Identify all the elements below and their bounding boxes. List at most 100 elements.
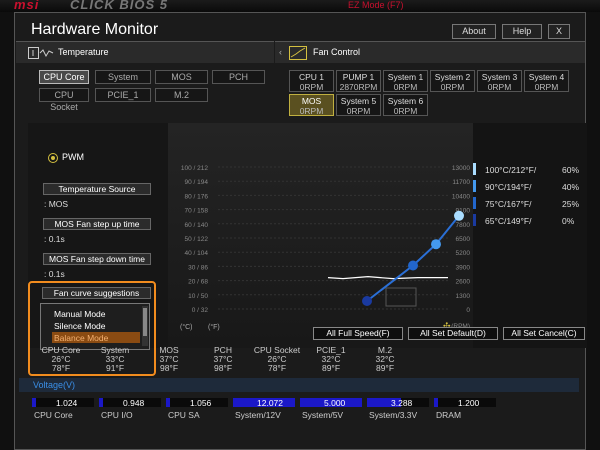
fan-curve-chart: 100 / 212 13000 90 / 194 11700 80 / 176 10400… [168, 123, 473, 348]
reading-cpu-socket: CPU Socket 26°C 78°F [253, 345, 301, 373]
suggestion-scrollbar[interactable] [142, 306, 148, 346]
chevron-left-icon: ‹ [279, 47, 282, 57]
y-left-tick-label: 10 / 50 [188, 293, 208, 300]
step-down-time-value: : 0.1s [44, 269, 65, 279]
fan-name: CPU 1 [298, 72, 325, 82]
fan-control-header: ‹ Fan Control [275, 41, 585, 63]
close-button[interactable]: X [548, 24, 570, 39]
help-button[interactable]: Help [502, 24, 542, 39]
fan-cpu-1[interactable]: CPU 1 0RPM [289, 70, 334, 92]
voltage-label: CPU I/O [101, 410, 133, 420]
fan-curve-legend: 100°C/212°F/ 60% 90°C/194°F/ 40% 75°C/16… [473, 123, 587, 348]
sensor-cpu-core[interactable]: CPU Core [39, 70, 89, 84]
fan-rpm: 0RPM [487, 82, 512, 92]
fan-control-label: Fan Control [313, 47, 361, 57]
fan-rpm: 0RPM [534, 82, 559, 92]
sensor-pch[interactable]: PCH [212, 70, 265, 84]
voltage-bar-fill [99, 398, 103, 407]
legend-color-bar [473, 180, 476, 192]
pwm-radio[interactable] [48, 153, 58, 163]
fan-name: System 6 [387, 96, 424, 106]
ez-mode-button[interactable]: EZ Mode (F7) [348, 0, 404, 10]
sensor-m2[interactable]: M.2 [155, 88, 208, 102]
bios-top-bar: msi CLICK BIOS 5 EZ Mode (F7) [0, 0, 600, 12]
reading-mos: MOS 37°C 98°F [159, 345, 179, 373]
fan-rpm: 2870RPM [339, 82, 378, 92]
all-set-default-button[interactable]: All Set Default(D) [408, 327, 498, 340]
voltage-value: 12.072 [257, 398, 283, 408]
fan-system-1[interactable]: System 1 0RPM [383, 70, 428, 92]
fan-system-6[interactable]: System 6 0RPM [383, 94, 428, 116]
voltage-value: 1.024 [56, 398, 78, 408]
fan-curve-point[interactable] [454, 210, 464, 221]
y-right-tick-label: 7800 [456, 222, 471, 229]
sensor-mos[interactable]: MOS [155, 70, 208, 84]
y-left-tick-label: 60 / 140 [185, 222, 209, 229]
y-left-tick-label: 50 / 122 [185, 236, 209, 243]
temperature-header-label: Temperature [58, 47, 109, 57]
fahrenheit-unit-label: (°F) [208, 323, 220, 331]
y-left-tick-label: 40 / 104 [185, 250, 209, 257]
fan-system-5[interactable]: System 5 0RPM [336, 94, 381, 116]
legend-temp: 90°C/194°F/ [485, 182, 532, 192]
legend-color-bar [473, 214, 476, 226]
legend-percent: 25% [562, 199, 580, 209]
fan-curve-point[interactable] [362, 296, 372, 306]
fan-name: PUMP 1 [342, 72, 375, 82]
y-right-tick-label: 3900 [456, 264, 471, 271]
suggestion-manual-mode[interactable]: Manual Mode [54, 309, 106, 319]
celsius-unit-label: (°C) [180, 323, 193, 331]
fan-curve-graph[interactable]: 100 / 212 1300090 / 194 1170080 / 176 10400… [168, 123, 473, 348]
suggestion-balance-mode[interactable]: Balance Mode [54, 333, 108, 343]
voltage-bar-fill [166, 398, 170, 407]
hardware-monitor-window: Hardware Monitor About Help X Temperatur… [14, 12, 587, 450]
fan-pump-1[interactable]: PUMP 1 2870RPM [336, 70, 381, 92]
fan-name: System 4 [528, 72, 565, 82]
reading-cpu-core: CPU Core 26°C 78°F [41, 345, 81, 373]
about-button[interactable]: About [452, 24, 496, 39]
sensor-cpu-socket[interactable]: CPU Socket [39, 88, 89, 112]
y-left-tick-label: 70 / 158 [185, 208, 209, 215]
all-full-speed-button[interactable]: All Full Speed(F) [313, 327, 403, 340]
fan-curve-suggestions-button[interactable]: Fan curve suggestions [42, 287, 151, 299]
window-title: Hardware Monitor [31, 21, 159, 38]
fan-curve-point[interactable] [408, 260, 418, 271]
legend-temp: 65°C/149°F/ [485, 216, 532, 226]
y-left-tick-label: 30 / 86 [188, 264, 208, 271]
fan-curve-suggestions-list: Manual Mode Silence Mode Balance Mode [40, 303, 150, 350]
voltage-value: 1.056 [190, 398, 212, 408]
legend-percent: 60% [562, 165, 580, 175]
reading-pcie-1: PCIE_1 32°C 89°F [316, 345, 346, 373]
fan-rpm: 0RPM [299, 106, 324, 116]
fan-system-2[interactable]: System 2 0RPM [430, 70, 475, 92]
sensor-pcie-1[interactable]: PCIE_1 [95, 88, 151, 102]
fan-system-4[interactable]: System 4 0RPM [524, 70, 569, 92]
legend-percent: 0% [562, 216, 575, 226]
fan-system-3[interactable]: System 3 0RPM [477, 70, 522, 92]
fan-name: MOS [301, 96, 322, 106]
fan-mos[interactable]: MOS 0RPM [289, 94, 334, 116]
all-set-cancel-button[interactable]: All Set Cancel(C) [503, 327, 585, 340]
fan-curve-point[interactable] [431, 239, 441, 250]
temperature-source-button[interactable]: Temperature Source [43, 183, 151, 195]
fan-rpm: 0RPM [440, 82, 465, 92]
fan-rpm: 0RPM [393, 106, 418, 116]
step-down-time-button[interactable]: MOS Fan step down time [43, 253, 151, 265]
sensor-system[interactable]: System [95, 70, 151, 84]
voltage-label: CPU Core [34, 410, 73, 420]
y-right-tick-label: 2600 [456, 279, 471, 286]
voltage-label: DRAM [436, 410, 462, 420]
y-right-tick-label: 5200 [456, 250, 471, 257]
temperature-header: Temperature [16, 41, 274, 63]
voltage-label: System/3.3V [369, 410, 418, 420]
fan-graph-icon [289, 46, 307, 60]
step-up-time-button[interactable]: MOS Fan step up time [43, 218, 151, 230]
voltage-value: 0.948 [123, 398, 145, 408]
suggestion-silence-mode[interactable]: Silence Mode [54, 321, 106, 331]
voltage-value: 5.000 [324, 398, 346, 408]
fan-name: System 5 [340, 96, 377, 106]
msi-logo: msi [14, 0, 40, 12]
temperature-source-value: : MOS [44, 199, 69, 209]
reading-system: System 33°C 91°F [100, 345, 130, 373]
voltage-header: Voltage(V) [19, 378, 579, 392]
